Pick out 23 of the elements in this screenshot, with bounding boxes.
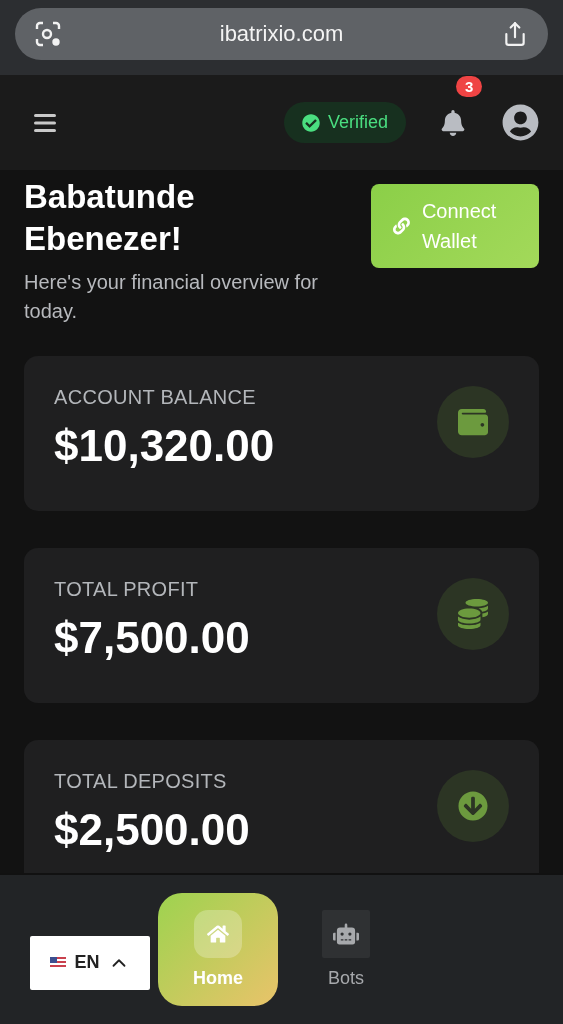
greeting-subtitle: Here's your financial overview for today. [24, 270, 319, 324]
card-label: TOTAL DEPOSITS [54, 770, 228, 793]
greeting-title: Babatunde Ebenezer! [24, 177, 196, 259]
camera-scan-icon[interactable] [35, 21, 61, 47]
share-icon[interactable] [502, 21, 528, 47]
card-value: $10,320.00 [54, 421, 275, 471]
card-label: TOTAL PROFIT [54, 578, 200, 601]
badge-text: Verified [327, 112, 388, 133]
card-value: $2,500.00 [54, 805, 250, 855]
card-label: ACCOUNT BALANCE [54, 386, 257, 409]
nav-tab[interactable]: Bots [286, 893, 406, 1006]
avatar-icon[interactable] [502, 104, 539, 141]
check-icon [301, 113, 320, 132]
notification-count: 3 [456, 75, 483, 97]
robot-icon [322, 910, 370, 958]
bell-icon[interactable] [440, 109, 466, 136]
menu-icon[interactable] [34, 113, 56, 132]
url-text: ibatrixio.com [219, 21, 344, 47]
address-bar[interactable]: ibatrixio.com [15, 8, 548, 60]
house-icon [194, 910, 242, 958]
card-value: $7,500.00 [54, 613, 250, 663]
language-selector[interactable]: EN [30, 935, 150, 990]
flag-icon [50, 956, 67, 969]
